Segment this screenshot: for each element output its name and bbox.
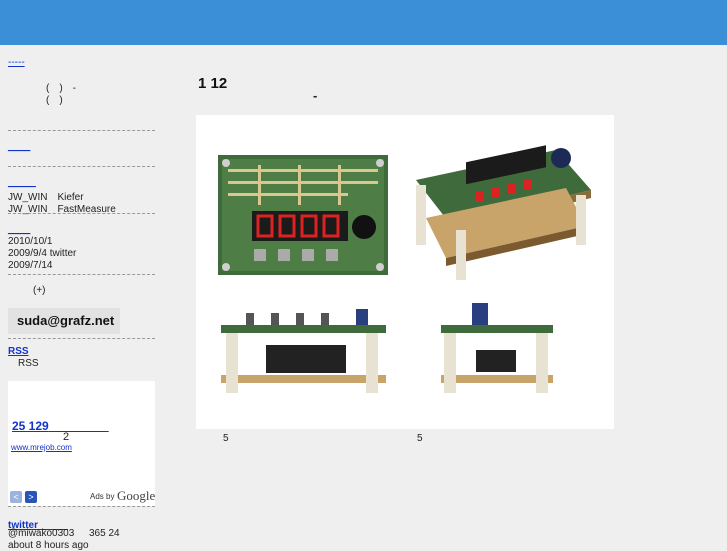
header-bar xyxy=(0,0,727,45)
news-heading[interactable]: ____ xyxy=(8,224,30,235)
page-title: 1 12 xyxy=(198,75,228,92)
caption-left: 5 xyxy=(223,433,229,444)
ad-title[interactable]: 25 129 xyxy=(12,417,109,434)
ad-panel: 25 129 2 www.mrejob.com < > Ads by Googl… xyxy=(8,381,155,506)
rss-heading[interactable]: RSS xyxy=(8,346,29,357)
tweet-time[interactable]: about 8 hours ago xyxy=(8,540,89,551)
product-photo xyxy=(196,115,614,429)
page-subtitle: - xyxy=(313,88,318,103)
ad-count: 2 xyxy=(63,431,70,443)
board-side-view-image xyxy=(221,309,386,393)
rss-item[interactable]: RSS xyxy=(18,358,39,369)
board-top-view-image xyxy=(218,155,388,275)
ad-next-button[interactable]: > xyxy=(25,491,37,503)
google-logo[interactable]: Google xyxy=(117,488,155,504)
board-end-view-image xyxy=(441,303,553,393)
caption-right: 5 xyxy=(417,433,423,444)
divider xyxy=(8,338,155,339)
software-heading[interactable]: _____ xyxy=(8,177,36,188)
divider xyxy=(8,506,155,507)
ads-by-label[interactable]: Ads by xyxy=(90,492,114,501)
divider xyxy=(8,166,155,167)
top-link[interactable]: ----- xyxy=(8,57,25,68)
tweet-user[interactable]: @miwako0303 xyxy=(8,528,74,539)
divider xyxy=(8,274,155,275)
ad-prev-button[interactable]: < xyxy=(10,491,22,503)
divider xyxy=(8,213,155,214)
profile-line-2: ( ) xyxy=(46,95,63,106)
news-item[interactable]: 2009/7/14 xyxy=(8,260,53,271)
news-item[interactable]: 2010/10/1 xyxy=(8,236,53,247)
email-address[interactable]: suda@grafz.net xyxy=(8,308,120,334)
board-perspective-image xyxy=(416,145,591,280)
plus-text: (+) xyxy=(33,285,46,296)
sidebar-link-a[interactable]: ____ xyxy=(8,141,30,152)
ad-title-text[interactable]: 25 129 xyxy=(12,419,49,433)
news-item[interactable]: 2009/9/4 twitter xyxy=(8,248,76,259)
divider xyxy=(8,130,155,131)
tweet-text: 365 24 xyxy=(89,528,120,539)
ad-url[interactable]: www.mrejob.com xyxy=(11,443,72,452)
